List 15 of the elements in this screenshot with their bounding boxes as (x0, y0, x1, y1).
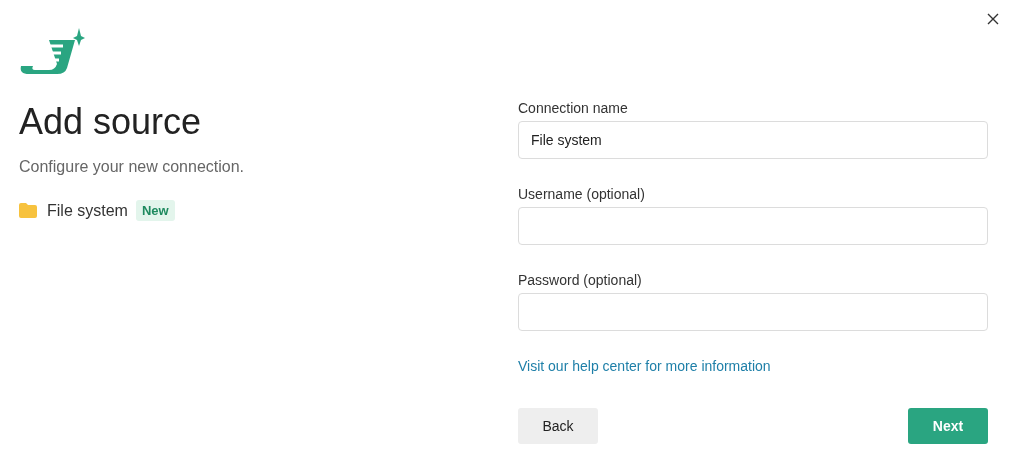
source-name: File system (47, 201, 128, 220)
new-badge: New (135, 200, 175, 221)
field-label: Username (optional) (518, 186, 646, 202)
input-field[interactable]: File system (518, 121, 988, 159)
field-label: Password (optional) (518, 272, 643, 288)
field-label: Connection name (518, 100, 629, 116)
input-field[interactable] (518, 207, 988, 245)
logo-icon (19, 28, 85, 76)
subtitle: Configure your new connection. (19, 158, 246, 176)
close-icon[interactable] (987, 13, 999, 25)
back-button[interactable]: Back (518, 408, 598, 444)
input-field[interactable] (518, 293, 988, 331)
page-title: Add source (19, 100, 203, 144)
folder-icon (19, 203, 37, 218)
help-link[interactable]: Visit our help center for more information (518, 358, 771, 374)
